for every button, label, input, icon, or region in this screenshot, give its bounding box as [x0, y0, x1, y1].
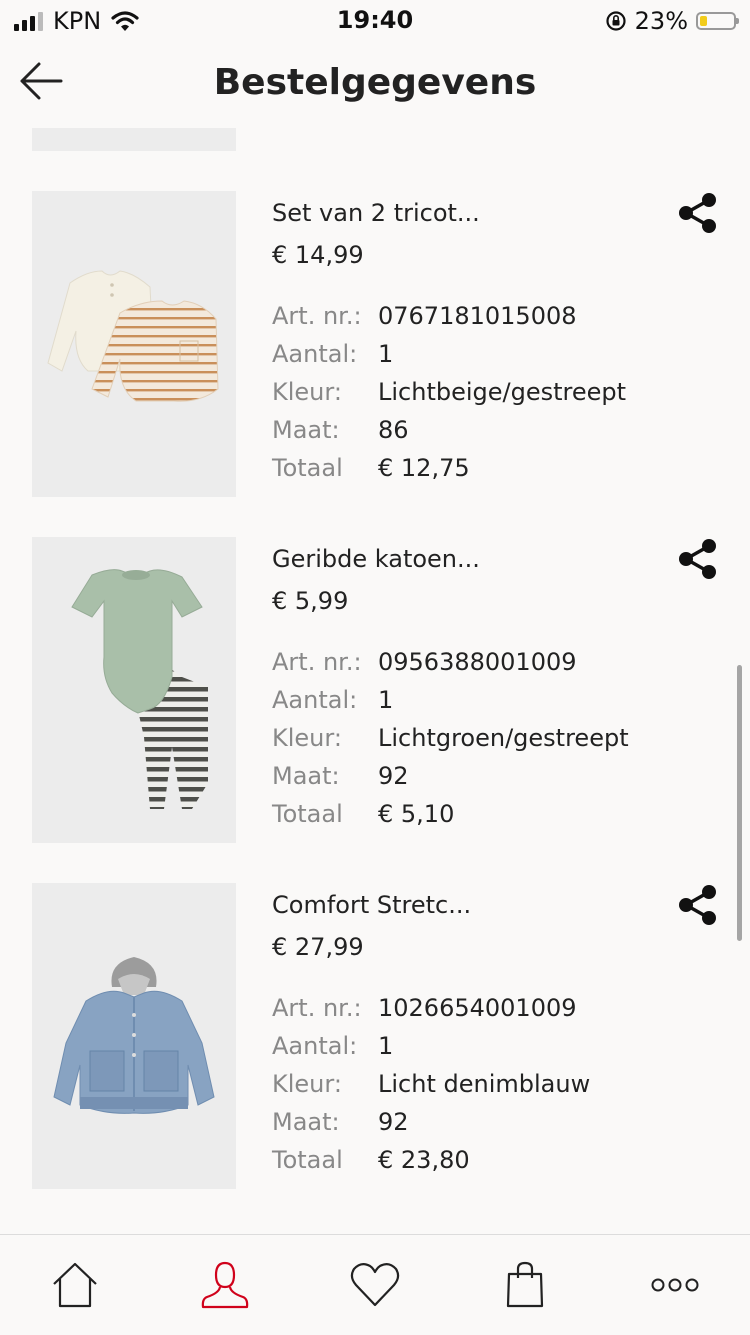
- label-maat: Maat:: [272, 416, 340, 444]
- status-right: 23%: [605, 6, 739, 36]
- striped-shirts-illustration: [47, 270, 219, 402]
- label-art-nr: Art. nr.:: [272, 994, 362, 1022]
- detail-row-aantal: Aantal: 1: [272, 1027, 590, 1065]
- product-name[interactable]: Set van 2 tricot...: [272, 199, 480, 227]
- product-price: € 5,99: [272, 587, 349, 615]
- tab-favorites[interactable]: [345, 1255, 405, 1315]
- detail-row-aantal: Aantal: 1: [272, 681, 629, 719]
- value-kleur: Lichtgroen/gestreept: [378, 724, 629, 752]
- account-icon: [201, 1261, 249, 1309]
- battery-percent: 23%: [634, 7, 688, 35]
- value-totaal: € 12,75: [378, 454, 470, 482]
- order-item: Set van 2 tricot... € 14,99 Art. nr.: 076…: [0, 191, 750, 497]
- share-icon[interactable]: [676, 537, 720, 581]
- label-aantal: Aantal:: [272, 1032, 358, 1060]
- label-kleur: Kleur:: [272, 1070, 342, 1098]
- value-maat: 92: [378, 762, 409, 790]
- value-aantal: 1: [378, 686, 394, 714]
- product-image[interactable]: [32, 191, 236, 497]
- product-details: Art. nr.: 0956388001009 Aantal: 1 Kleur: Li…: [272, 643, 629, 833]
- label-kleur: Kleur:: [272, 378, 342, 406]
- more-icon: [651, 1278, 699, 1292]
- value-aantal: 1: [378, 1032, 394, 1060]
- tab-account[interactable]: [195, 1255, 255, 1315]
- product-image[interactable]: [32, 883, 236, 1189]
- detail-row-art-nr: Art. nr.: 0956388001009: [272, 643, 629, 681]
- battery-level: [700, 16, 707, 26]
- product-details: Art. nr.: 0767181015008 Aantal: 1 Kleur: Li…: [272, 297, 626, 487]
- value-kleur: Licht denimblauw: [378, 1070, 591, 1098]
- value-aantal: 1: [378, 340, 394, 368]
- header: Bestelgegevens: [0, 42, 750, 128]
- detail-row-totaal: Totaal € 23,80: [272, 1141, 590, 1179]
- label-totaal: Totaal: [272, 1146, 343, 1174]
- value-maat: 86: [378, 416, 409, 444]
- order-item: Comfort Stretc... € 27,99 Art. nr.: 10266…: [0, 883, 750, 1189]
- tab-cart[interactable]: [495, 1255, 555, 1315]
- detail-row-totaal: Totaal € 12,75: [272, 449, 626, 487]
- detail-row-maat: Maat: 86: [272, 411, 626, 449]
- value-maat: 92: [378, 1108, 409, 1136]
- value-totaal: € 5,10: [378, 800, 455, 828]
- label-kleur: Kleur:: [272, 724, 342, 752]
- value-totaal: € 23,80: [378, 1146, 470, 1174]
- tab-bar: [0, 1234, 750, 1335]
- share-icon[interactable]: [676, 191, 720, 235]
- product-name[interactable]: Comfort Stretc...: [272, 891, 471, 919]
- bodysuit-and-leggings-illustration: [71, 569, 208, 809]
- product-details: Art. nr.: 1026654001009 Aantal: 1 Kleur: Li…: [272, 989, 590, 1179]
- detail-row-totaal: Totaal € 5,10: [272, 795, 629, 833]
- detail-row-aantal: Aantal: 1: [272, 335, 626, 373]
- tab-more[interactable]: [645, 1255, 705, 1315]
- label-maat: Maat:: [272, 762, 340, 790]
- product-price: € 14,99: [272, 241, 364, 269]
- value-kleur: Lichtbeige/gestreept: [378, 378, 627, 406]
- previous-item-image[interactable]: [32, 128, 236, 151]
- detail-row-maat: Maat: 92: [272, 757, 629, 795]
- label-totaal: Totaal: [272, 800, 343, 828]
- orientation-lock-icon: [606, 11, 626, 31]
- detail-row-kleur: Kleur: Lichtbeige/gestreept: [272, 373, 626, 411]
- value-art-nr: 0767181015008: [378, 302, 577, 330]
- label-aantal: Aantal:: [272, 340, 358, 368]
- product-name[interactable]: Geribde katoen...: [272, 545, 480, 573]
- label-maat: Maat:: [272, 1108, 340, 1136]
- page-title: Bestelgegevens: [213, 62, 537, 103]
- detail-row-kleur: Kleur: Licht denimblauw: [272, 1065, 590, 1103]
- tab-home[interactable]: [45, 1255, 105, 1315]
- detail-row-maat: Maat: 92: [272, 1103, 590, 1141]
- denim-jacket-illustration: [53, 957, 215, 1114]
- shopping-bag-icon: [506, 1261, 544, 1308]
- order-item: Geribde katoen... € 5,99 Art. nr.: 095638…: [0, 537, 750, 843]
- order-items-list[interactable]: Set van 2 tricot... € 14,99 Art. nr.: 076…: [0, 128, 750, 1234]
- product-price: € 27,99: [272, 933, 364, 961]
- detail-row-art-nr: Art. nr.: 0767181015008: [272, 297, 626, 335]
- label-totaal: Totaal: [272, 454, 343, 482]
- status-bar: KPN 19:40 23%: [0, 0, 750, 42]
- home-icon: [53, 1262, 97, 1308]
- label-art-nr: Art. nr.:: [272, 302, 362, 330]
- value-art-nr: 1026654001009: [378, 994, 577, 1022]
- detail-row-kleur: Kleur: Lichtgroen/gestreept: [272, 719, 629, 757]
- product-image[interactable]: [32, 537, 236, 843]
- detail-row-art-nr: Art. nr.: 1026654001009: [272, 989, 590, 1027]
- share-icon[interactable]: [676, 883, 720, 927]
- heart-icon: [350, 1262, 400, 1307]
- scrollbar[interactable]: [737, 665, 742, 941]
- label-art-nr: Art. nr.:: [272, 648, 362, 676]
- battery-icon: [696, 12, 739, 30]
- label-aantal: Aantal:: [272, 686, 358, 714]
- value-art-nr: 0956388001009: [378, 648, 577, 676]
